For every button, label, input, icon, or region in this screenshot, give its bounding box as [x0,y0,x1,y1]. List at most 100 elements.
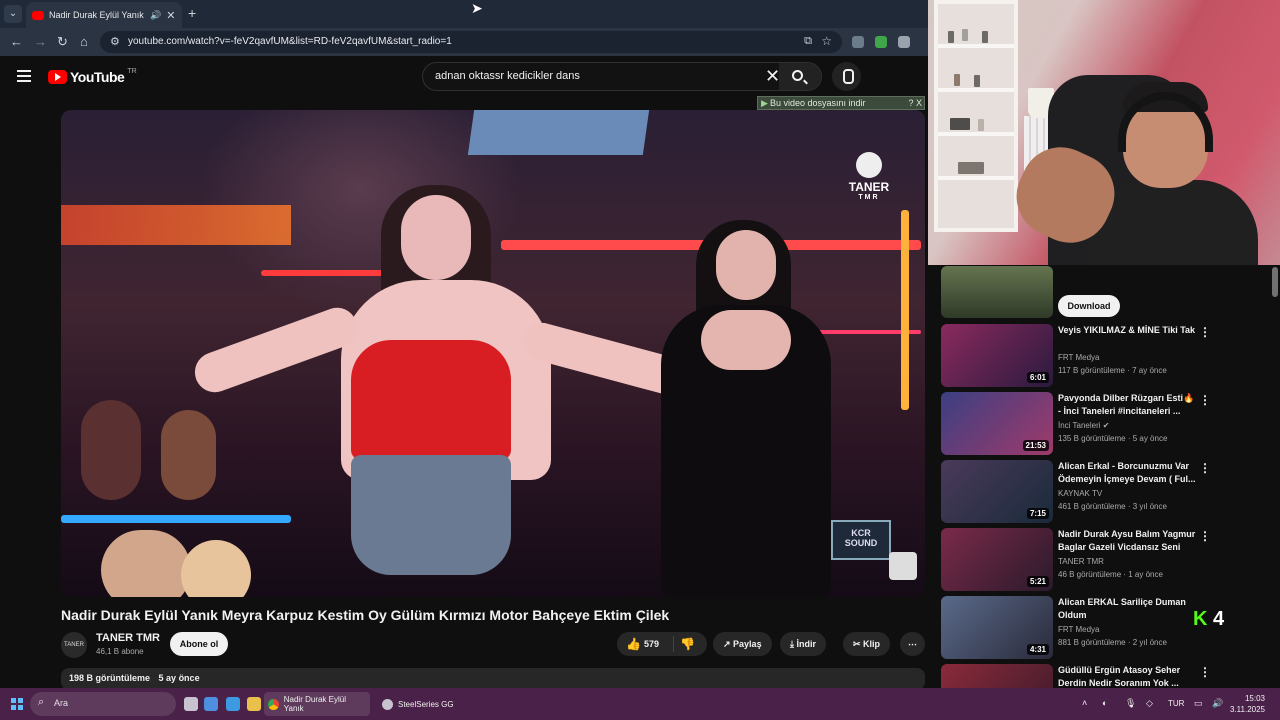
share-label: Paylaş [733,639,762,649]
volume-icon[interactable]: 🔊 [1212,698,1223,709]
related-video-item[interactable]: 21:53 Pavyonda Dilber Rüzgarı Esti🔥 - İn… [941,392,1271,456]
windows-taskbar: ⌕ Ara Nadir Durak Eylül Yanık SteelSerie… [0,688,1280,720]
related-title[interactable]: Güdüllü Ergün Atasoy Seher Derdin Nedir … [1058,664,1198,688]
omnibox[interactable]: ⚙ youtube.com/watch?v=-feV2qavfUM&list=R… [100,31,842,53]
more-vert-icon[interactable]: ⋮ [1199,325,1211,339]
related-thumbnail[interactable]: 5:21 [941,528,1053,591]
download-banner-close[interactable]: ? X [908,97,922,109]
tab-search-dropdown[interactable]: ⌄ [4,5,22,23]
menu-hamburger-icon[interactable] [17,70,31,85]
kick-logo-icon: K [1193,608,1208,630]
channel-name[interactable]: TANER TMR [96,632,160,644]
more-vert-icon[interactable]: ⋮ [1199,393,1211,407]
related-thumbnail[interactable]: 7:15 [941,460,1053,523]
url-text[interactable]: youtube.com/watch?v=-feV2qavfUM&list=RD-… [128,36,452,47]
extension-green-icon[interactable] [875,36,887,48]
download-label: İndir [796,639,816,649]
search-input[interactable]: adnan oktassr kedicikler dans [435,70,580,82]
youtube-logo[interactable]: YouTube TR [48,68,137,85]
taskbar-app-steelseries[interactable]: SteelSeries GG [378,692,458,716]
related-title[interactable]: Alican Erkal - Borcunuzmu Var Ödemeyin İ… [1058,460,1198,486]
related-thumbnail[interactable]: 21:53 [941,392,1053,455]
new-tab-button[interactable]: + [188,5,196,21]
related-videos-list: Download 6:01 Veyis YIKILMAZ & MİNE Tiki… [928,265,1280,688]
system-clock[interactable]: 15:03 3.11.2025 [1230,693,1265,715]
related-video-item[interactable]: 7:15 Alican Erkal - Borcunuzmu Var Ödeme… [941,460,1271,524]
related-meta: 46 B görüntüleme · 1 ay önce [1058,570,1163,579]
browser-toolbar: ← → ↻ ⌂ ⚙ youtube.com/watch?v=-feV2qavfU… [0,28,928,56]
voice-search-mic-icon[interactable] [832,62,861,91]
neon-light [61,205,291,245]
related-thumbnail[interactable]: 4:31 [941,596,1053,659]
related-thumbnail[interactable] [941,664,1053,688]
tray-app-icon[interactable]: ◐ [1102,698,1107,708]
file-explorer-icon[interactable] [247,697,261,711]
taskbar-search[interactable]: ⌕ Ara [30,692,176,716]
video-player[interactable]: KCR SOUND TANER TMR [61,110,925,597]
bookmark-star-icon[interactable]: ☆ [821,34,832,48]
related-channel[interactable]: FRT Medya [1058,625,1100,634]
related-download-button[interactable]: Download [1058,295,1120,317]
windows-start-icon[interactable] [11,698,23,710]
tray-app-icon[interactable]: ◇ [1146,698,1153,709]
related-video-item[interactable]: 6:01 Veyis YIKILMAZ & MİNE Tiki Tak FRT … [941,324,1271,388]
related-title[interactable]: Pavyonda Dilber Rüzgarı Esti🔥 - İnci Tan… [1058,392,1198,418]
related-video-item[interactable]: 5:21 Nadir Durak Aysu Balım Yagmur Bagla… [941,528,1271,592]
search-button[interactable] [779,63,821,90]
related-channel[interactable]: İnci Taneleri ✔ [1058,421,1109,430]
shelf-item [962,29,968,41]
tray-chevron-up-icon[interactable]: ˄ [1082,698,1087,708]
scrollbar-thumb[interactable] [1272,267,1278,297]
input-language[interactable]: TUR [1168,699,1184,708]
channel-avatar[interactable]: TANER [61,632,87,658]
related-title[interactable]: Nadir Durak Aysu Balım Yagmur Baglar Gaz… [1058,528,1198,554]
microphone-icon[interactable]: 🎙 [1125,698,1136,709]
edge-icon[interactable] [226,697,240,711]
clear-search-icon[interactable]: ✕ [765,66,780,87]
steelseries-icon [382,698,393,710]
widgets-icon[interactable] [204,697,218,711]
speaker-icon[interactable]: 🔊 [150,10,161,21]
kcr-sound-sign: KCR SOUND [831,520,891,560]
download-button[interactable]: ⤓ İndir [780,632,826,656]
related-channel[interactable]: FRT Medya [1058,353,1100,362]
more-vert-icon[interactable]: ⋮ [1199,665,1211,679]
search-icon: ⌕ [38,696,45,708]
like-count[interactable]: 579 [644,632,659,656]
browser-tab-active[interactable]: Nadir Durak Eylül Yanık Me 🔊 ✕ [26,2,182,28]
close-tab-icon[interactable]: ✕ [166,9,175,22]
neon-light [901,210,909,410]
extension-puzzle-icon[interactable] [898,36,910,48]
more-actions-button[interactable]: ⋯ [900,632,925,656]
description-box[interactable]: 198 B görüntüleme 5 ay önce [61,668,925,688]
more-vert-icon[interactable]: ⋮ [1199,461,1211,475]
dislike-thumb-icon[interactable]: 👎 [680,632,695,656]
taskbar-app-chrome[interactable]: Nadir Durak Eylül Yanık [264,692,370,716]
clip-button[interactable]: ✂ Klip [843,632,891,656]
reload-icon[interactable]: ↻ [57,34,68,50]
home-icon[interactable]: ⌂ [80,34,88,49]
search-box[interactable]: adnan oktassr kedicikler dans ✕ [422,62,822,91]
shelf-item [948,31,954,43]
taskbar-app-label: Nadir Durak Eylül Yanık [283,695,346,713]
related-channel[interactable]: TANER TMR [1058,557,1104,566]
task-view-icon[interactable] [184,697,198,711]
subscribe-button[interactable]: Abone ol [170,632,228,656]
related-channel[interactable]: KAYNAK TV [1058,489,1102,498]
site-info-icon[interactable]: ⚙ [110,35,120,48]
extension-shield-icon[interactable] [852,36,864,48]
cast-icon[interactable]: ⧉ [804,35,812,48]
related-title[interactable]: Alican ERKAL Sariliçe Duman Oldum [1058,596,1198,622]
related-thumbnail[interactable]: 6:01 [941,324,1053,387]
related-video-item[interactable]: Güdüllü Ergün Atasoy Seher Derdin Nedir … [941,664,1271,688]
download-video-banner[interactable]: ▶ Bu video dosyasını indir ? X [757,96,925,110]
back-arrow-icon[interactable]: ← [10,34,23,49]
network-icon[interactable]: ▭ [1194,698,1203,709]
like-thumb-icon[interactable]: 👍 [626,632,641,656]
related-title[interactable]: Veyis YIKILMAZ & MİNE Tiki Tak [1058,324,1198,337]
related-thumbnail-partial[interactable] [941,266,1053,318]
shelf-item [974,75,980,87]
forward-arrow-icon[interactable]: → [34,34,47,49]
more-vert-icon[interactable]: ⋮ [1199,529,1211,543]
share-button[interactable]: ↗ Paylaş [713,632,772,656]
